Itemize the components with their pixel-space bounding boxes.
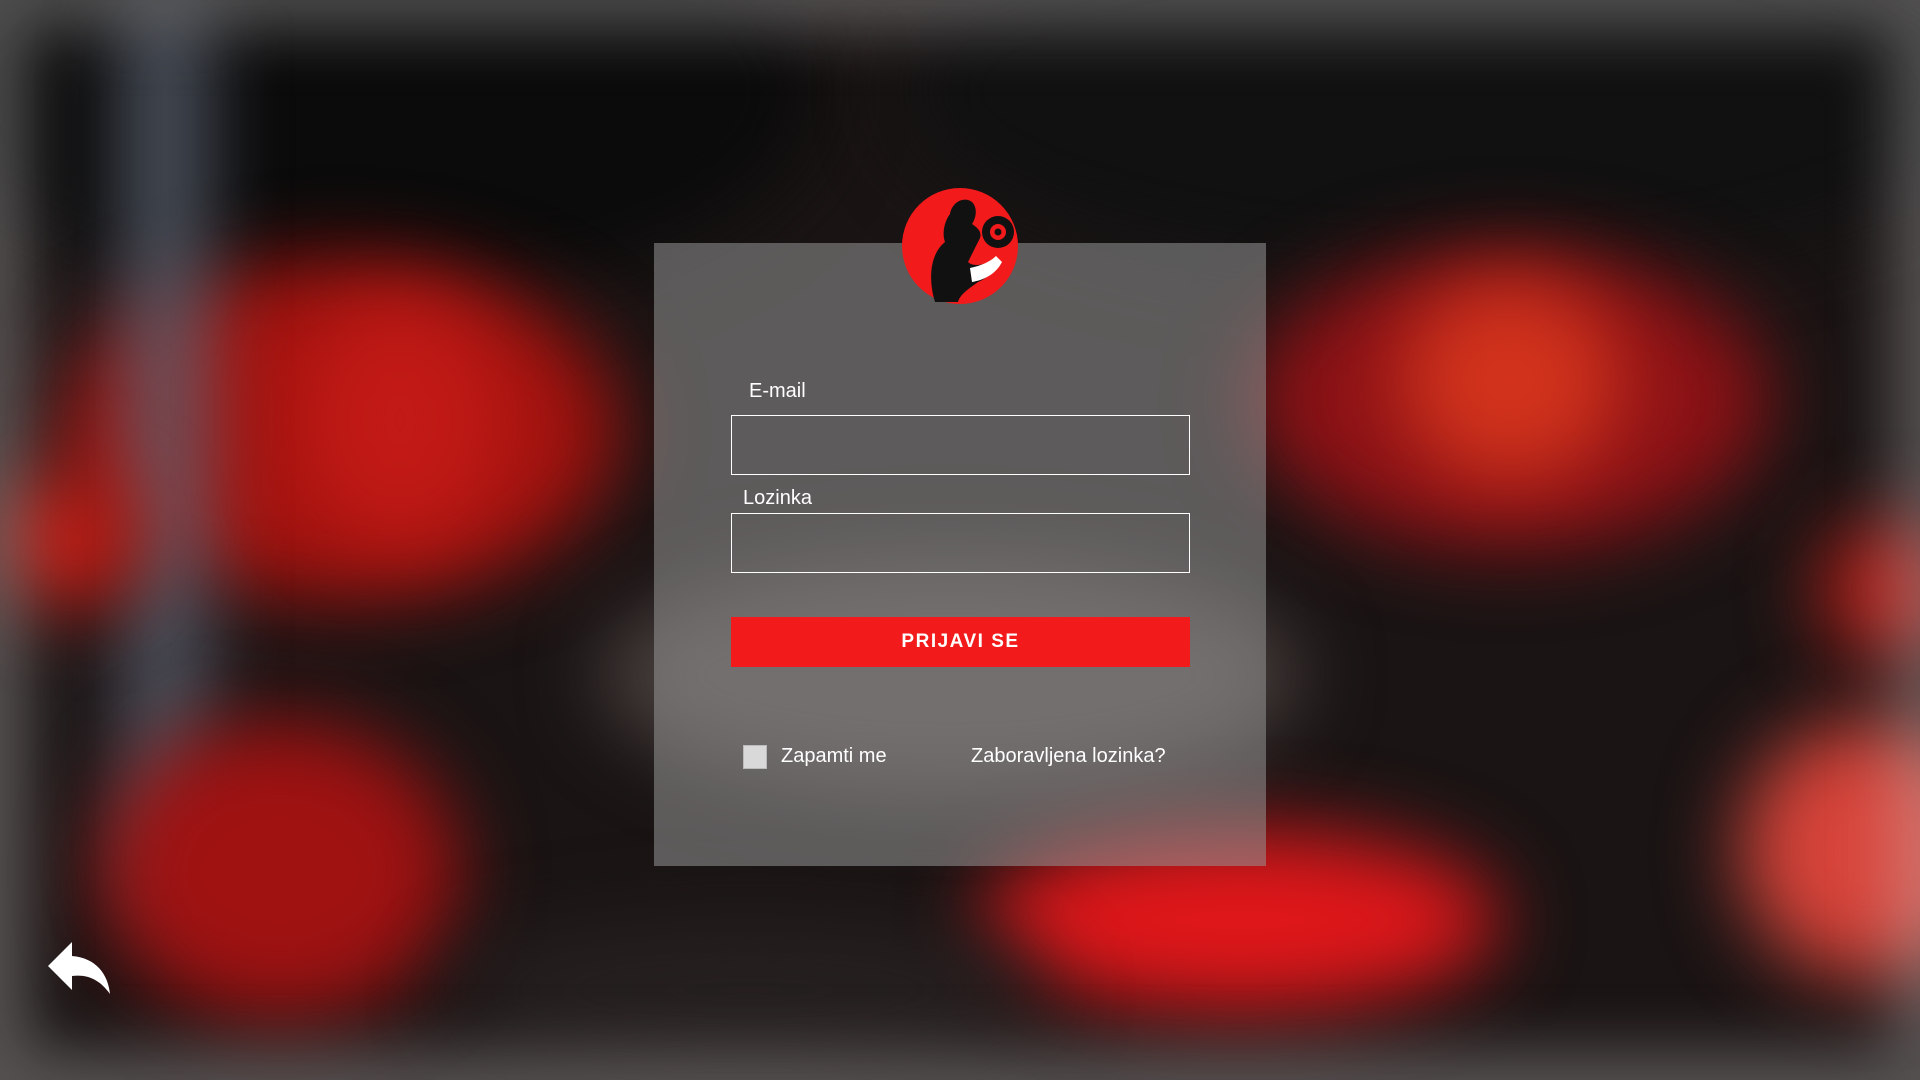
bg-shape [0, 470, 140, 610]
email-field[interactable] [731, 415, 1190, 475]
password-label: Lozinka [743, 487, 812, 509]
forgot-password-link[interactable]: Zaboravljena lozinka? [971, 745, 1166, 768]
remember-me-label[interactable]: Zapamti me [781, 745, 887, 768]
bg-shape [450, 920, 1050, 1060]
bg-shape [1820, 520, 1920, 660]
bg-shape [1400, 280, 1620, 480]
bodybuilder-dumbbell-logo [902, 188, 1018, 304]
password-field[interactable] [731, 513, 1190, 573]
bg-shape [100, 720, 460, 1020]
bg-shape [900, 0, 1920, 280]
remember-me-checkbox[interactable] [743, 745, 767, 769]
login-button[interactable]: PRIJAVI SE [731, 617, 1190, 667]
back-arrow-icon[interactable] [46, 940, 112, 996]
email-label: E-mail [749, 380, 806, 402]
bg-shape [1740, 720, 1920, 980]
bg-shape [300, 300, 500, 540]
